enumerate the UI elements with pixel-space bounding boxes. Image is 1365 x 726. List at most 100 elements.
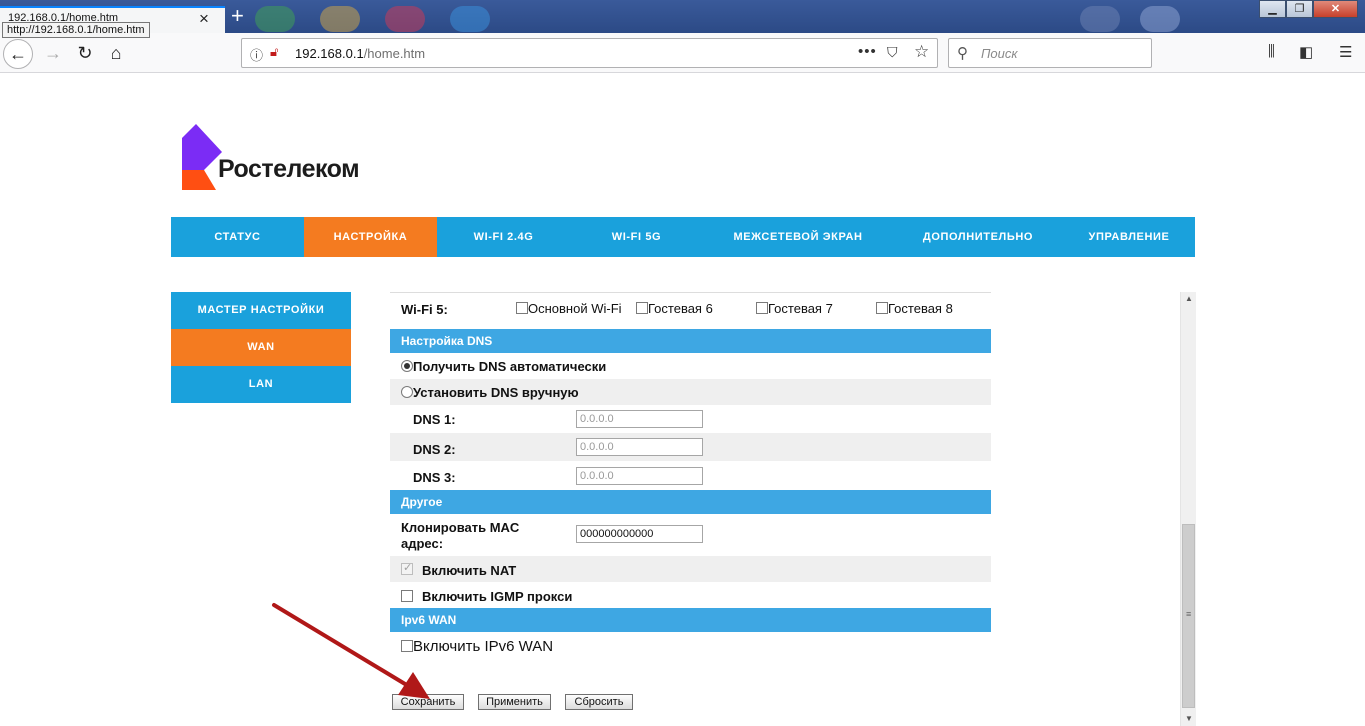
dns-auto-label: Получить DNS автоматически [413,359,607,374]
wan-settings-form: Wi-Fi 5: Основной Wi-Fi Гостевая 6 Госте… [390,292,991,662]
reload-icon[interactable]: ↻ [70,39,100,69]
igmp-label: Включить IGMP прокси [422,589,573,604]
tab-status[interactable]: СТАТУС [171,217,304,257]
menu-icon[interactable]: ☰ [1339,43,1352,61]
tab-favicon-decoration [255,6,295,32]
wifi5-row: Wi-Fi 5: Основной Wi-Fi Гостевая 6 Госте… [390,293,991,319]
wifi5-option[interactable]: Гостевая 6 [636,301,713,316]
wifi5-label: Wi-Fi 5: [401,302,448,317]
clone-mac-label: Клонировать MAC адрес: [401,520,520,551]
search-icon: ⚲ [957,45,968,62]
apply-button[interactable]: Применить [478,694,551,710]
minimize-icon[interactable]: ▁ [1259,0,1286,18]
dns2-row: DNS 2: 0.0.0.0 [390,433,991,461]
search-placeholder: Поиск [981,46,1018,61]
close-icon[interactable]: × [199,9,209,29]
tab-management[interactable]: УПРАВЛЕНИЕ [1063,217,1195,257]
scroll-up-arrow-icon[interactable]: ▲ [1181,292,1197,306]
sidebar-item-wizard[interactable]: МАСТЕР НАСТРОЙКИ [171,292,351,329]
wifi5-option-label: Основной Wi-Fi [528,301,622,316]
radio-button[interactable] [401,386,413,398]
reset-button[interactable]: Сбросить [565,694,633,710]
restore-icon[interactable]: ❐ [1286,0,1313,18]
dns-manual-option[interactable]: Установить DNS вручную [401,385,579,400]
tab-settings[interactable]: НАСТРОЙКА [304,217,437,257]
search-input[interactable]: ⚲ Поиск [948,38,1152,68]
sidebar-icon[interactable]: ◧ [1299,43,1313,61]
dns3-row: DNS 3: 0.0.0.0 [390,461,991,490]
frame-scrollbar[interactable]: ▲ ≡ ▼ [1180,292,1196,726]
settings-frame: Wi-Fi 5: Основной Wi-Fi Гостевая 6 Госте… [390,292,1196,726]
url-host: 192.168.0.1 [295,46,364,61]
url-path: /home.htm [363,46,426,61]
checkbox[interactable] [876,302,888,314]
brand-name: Ростелеком [218,155,360,183]
tab-favicon-decoration [385,6,425,32]
sidebar-item-lan[interactable]: LAN [171,366,351,403]
sidebar-item-wan[interactable]: WAN [171,329,351,366]
ipv6-section-header: Ipv6 WAN [390,608,991,632]
scrollbar-thumb[interactable]: ≡ [1182,524,1195,708]
top-navigation: СТАТУС НАСТРОЙКА WI-FI 2.4G WI-FI 5G МЕЖ… [171,217,1195,257]
wifi5-option-label: Гостевая 7 [768,301,833,316]
dns-section-header: Настройка DNS [390,329,991,353]
tab-advanced[interactable]: ДОПОЛНИТЕЛЬНО [893,217,1063,257]
tab-wifi-5[interactable]: WI-FI 5G [570,217,703,257]
url-text: 192.168.0.1/home.htm [295,46,425,61]
wifi5-option[interactable]: Гостевая 7 [756,301,833,316]
dns-manual-label: Установить DNS вручную [413,385,579,400]
dns3-label: DNS 3: [413,470,456,485]
dns2-field[interactable]: 0.0.0.0 [576,438,703,456]
scroll-down-arrow-icon[interactable]: ▼ [1181,712,1197,726]
info-icon[interactable]: ⓘ [250,45,263,64]
tab-favicon-decoration [450,6,490,32]
dns1-field[interactable]: 0.0.0.0 [576,410,703,428]
checkbox[interactable] [516,302,528,314]
dns1-label: DNS 1: [413,412,456,427]
nat-checkbox-wrap[interactable] [401,561,413,577]
igmp-row: Включить IGMP прокси [390,582,991,608]
dns1-row: DNS 1: 0.0.0.0 [390,405,991,433]
pocket-icon[interactable]: ⛉ [887,44,898,61]
side-navigation: МАСТЕР НАСТРОЙКИ WAN LAN [171,292,351,403]
dns-auto-row: Получить DNS автоматически [390,353,991,379]
browser-titlebar: 192.168.0.1/home.htm × + ▁ ❐ ✕ [0,0,1365,33]
router-page: Ростелеком СТАТУС НАСТРОЙКА WI-FI 2.4G W… [0,94,1365,726]
nat-label: Включить NAT [422,563,517,578]
tab-favicon-decoration [320,6,360,32]
library-icon[interactable]: ⫼ [1268,43,1275,60]
address-bar[interactable]: ⓘ 🔓︎ 192.168.0.1/home.htm ••• ⛉ ☆ [241,38,938,68]
wifi5-option[interactable]: Гостевая 8 [876,301,953,316]
wifi5-option-label: Гостевая 6 [648,301,713,316]
checkbox[interactable] [636,302,648,314]
back-arrow-icon[interactable]: ← [3,39,33,69]
tab-firewall[interactable]: МЕЖСЕТЕВОЙ ЭКРАН [703,217,893,257]
dns-auto-option[interactable]: Получить DNS автоматически [401,359,606,374]
home-icon[interactable]: ⌂ [101,39,131,69]
forward-arrow-icon[interactable]: → [38,39,68,69]
nat-row: Включить NAT [390,556,991,582]
dns2-label: DNS 2: [413,442,456,457]
nat-checkbox[interactable] [401,561,413,575]
browser-toolbar: ← → ↻ ⌂ ⓘ 🔓︎ 192.168.0.1/home.htm ••• ⛉ … [0,33,1365,73]
wifi5-option[interactable]: Основной Wi-Fi [516,301,622,316]
tab-favicon-decoration [1140,6,1180,32]
window-close-icon[interactable]: ✕ [1313,0,1358,18]
clone-mac-field[interactable]: 000000000000 [576,525,703,543]
page-actions-icon[interactable]: ••• [858,43,877,60]
dns-manual-row: Установить DNS вручную [390,379,991,405]
radio-button[interactable] [401,360,413,372]
wifi5-option-label: Гостевая 8 [888,301,953,316]
clone-mac-row: Клонировать MAC адрес: 000000000000 [390,514,991,556]
ipv6-row: Включить IPv6 WAN [390,632,991,662]
annotation-arrow-icon [272,603,430,699]
bookmark-star-icon[interactable]: ☆ [914,42,929,62]
dns3-field[interactable]: 0.0.0.0 [576,467,703,485]
other-section-header: Другое [390,490,991,514]
link-tooltip: http://192.168.0.1/home.htm [2,22,150,38]
checkbox[interactable] [756,302,768,314]
tab-favicon-decoration [1080,6,1120,32]
tab-wifi-24[interactable]: WI-FI 2.4G [437,217,570,257]
new-tab-icon[interactable]: + [231,3,244,29]
insecure-lock-icon[interactable]: 🔓︎ [270,44,278,60]
